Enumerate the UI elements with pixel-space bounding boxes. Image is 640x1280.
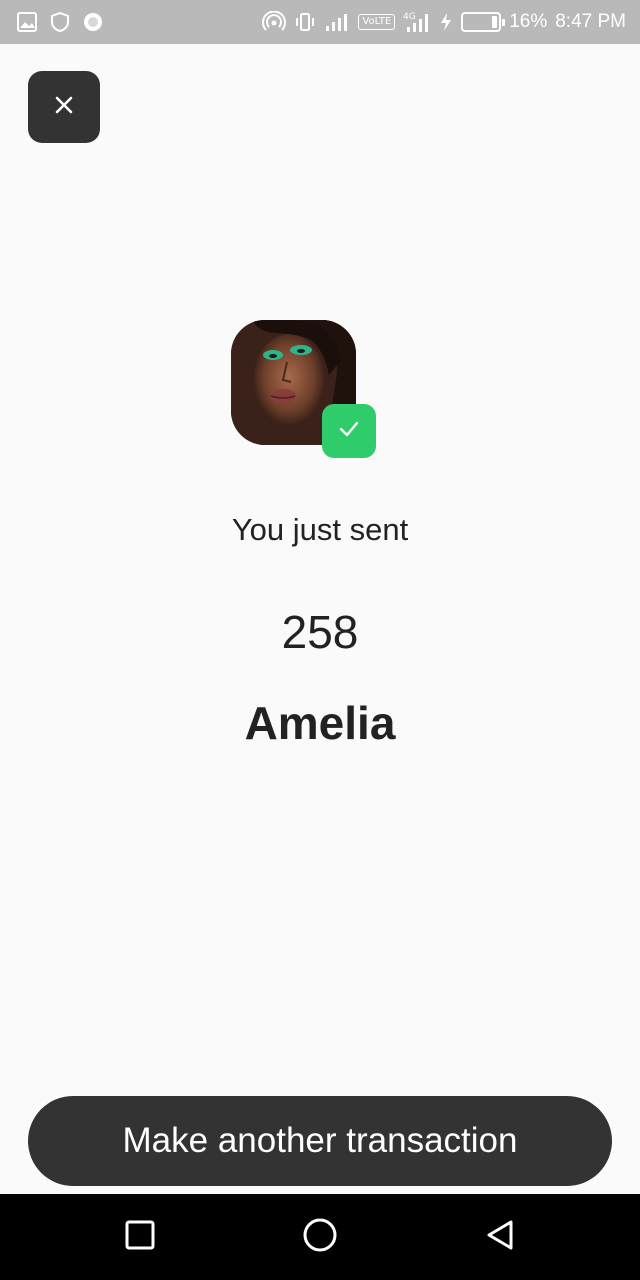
signal-4g-icon: 4G (403, 10, 431, 34)
status-bar-right: VoLTE 4G 16% 8:47 PM (262, 10, 626, 34)
check-icon (338, 420, 360, 443)
battery-percent: 16% (509, 11, 548, 32)
battery-icon (461, 12, 506, 32)
system-nav-bar (0, 1194, 640, 1280)
vibrate-icon (294, 11, 316, 33)
back-icon (485, 1219, 515, 1256)
home-icon (302, 1217, 338, 1258)
make-another-transaction-button[interactable]: Make another transaction (28, 1096, 612, 1186)
record-icon (82, 11, 104, 33)
svg-text:4G: 4G (403, 12, 416, 22)
charging-icon (439, 11, 453, 33)
back-button[interactable] (465, 1202, 535, 1272)
shield-icon (50, 11, 70, 33)
sent-label: You just sent (231, 512, 409, 547)
gallery-icon (16, 11, 38, 33)
recents-button[interactable] (105, 1202, 175, 1272)
volte-icon: VoLTE (358, 14, 396, 30)
recipient-avatar-group (231, 320, 377, 460)
hotspot-icon (262, 11, 287, 33)
success-badge (322, 404, 376, 458)
status-time: 8:47 PM (555, 11, 626, 32)
signal-icon (324, 11, 350, 33)
close-button[interactable] (28, 71, 100, 143)
status-bar: VoLTE 4G 16% 8:47 PM (0, 0, 640, 44)
status-bar-left (16, 11, 104, 33)
recipient-name: Amelia (244, 697, 396, 749)
sent-amount: 258 (281, 606, 359, 658)
close-icon (54, 95, 74, 120)
home-button[interactable] (285, 1202, 355, 1272)
battery-level (492, 16, 498, 28)
recents-icon (124, 1219, 156, 1256)
